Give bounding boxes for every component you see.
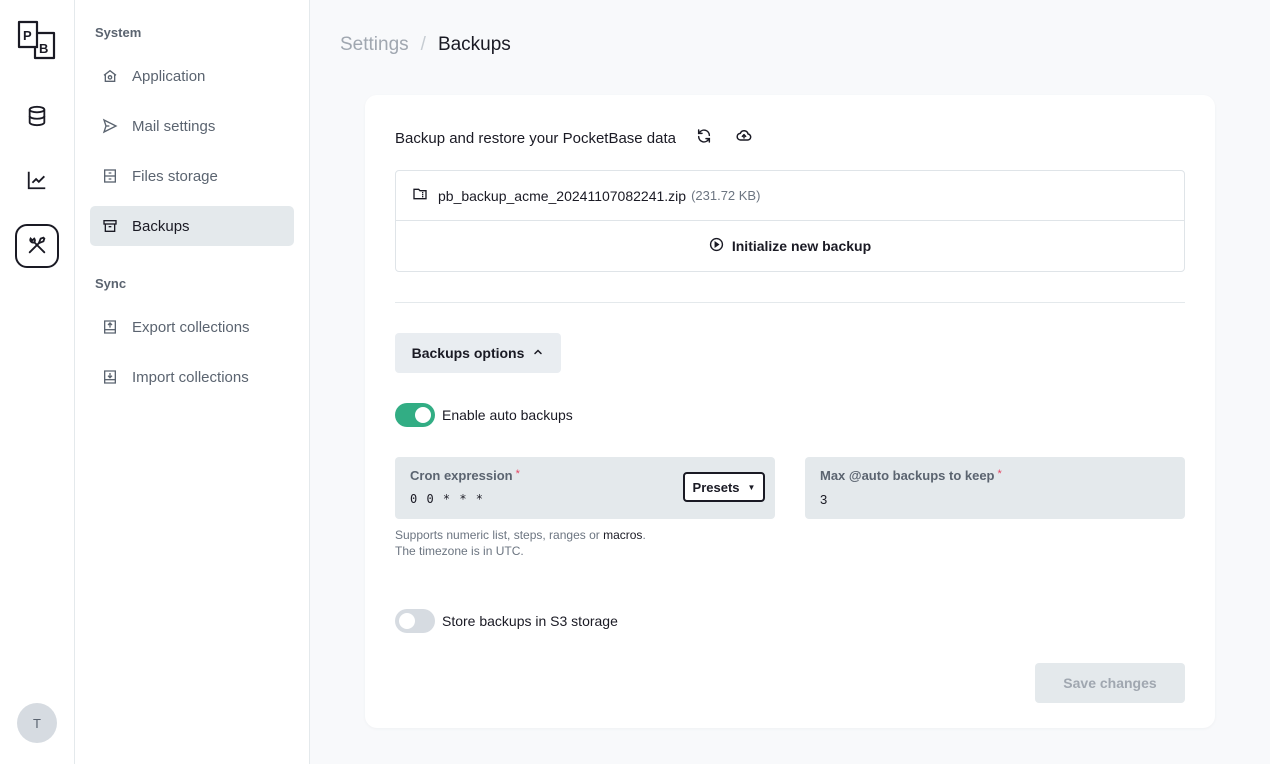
home-icon — [101, 67, 119, 85]
sidebar-group-system: System — [95, 25, 142, 40]
cron-expression-input[interactable]: 0 0 * * * — [410, 492, 484, 506]
nav-settings[interactable] — [15, 224, 59, 268]
tools-icon — [26, 234, 48, 259]
archive-box-icon — [101, 217, 119, 235]
sidebar-item-label: Export collections — [132, 318, 250, 336]
auto-backups-row[interactable]: Enable auto backups — [395, 403, 573, 427]
avatar-initial: T — [33, 715, 41, 731]
s3-storage-label: Store backups in S3 storage — [442, 613, 618, 629]
sidebar-item-mail-settings[interactable]: Mail settings — [90, 106, 294, 146]
archive-drawer-icon — [101, 167, 119, 185]
section-divider — [395, 302, 1185, 303]
backup-list-item[interactable]: pb_backup_acme_20241107082241.zip (231.7… — [396, 171, 1184, 221]
app-rail: P B T — [0, 0, 75, 764]
database-icon — [26, 105, 48, 130]
settings-sidebar: System Application Mail settings Files s… — [75, 0, 310, 764]
breadcrumb: Settings / Backups — [340, 34, 511, 56]
backups-options-label: Backups options — [411, 345, 525, 361]
sidebar-item-label: Backups — [132, 217, 190, 235]
initialize-backup-button[interactable]: Initialize new backup — [396, 221, 1184, 271]
backups-list: pb_backup_acme_20241107082241.zip (231.7… — [395, 170, 1185, 272]
chart-line-icon — [26, 169, 48, 194]
help-text-suffix: . — [642, 528, 646, 542]
refresh-button[interactable] — [692, 126, 716, 150]
presets-label: Presets — [692, 479, 740, 495]
upload-backup-button[interactable] — [732, 126, 756, 150]
cron-expression-field[interactable]: Cron expression * 0 0 * * * Presets ▼ — [395, 457, 775, 519]
toggle-knob — [415, 407, 431, 423]
max-backups-field[interactable]: Max @auto backups to keep * 3 — [805, 457, 1185, 519]
required-marker: * — [997, 468, 1002, 480]
zip-file-icon — [412, 186, 428, 205]
breadcrumb-separator: / — [420, 34, 426, 55]
upload-file-icon — [101, 318, 119, 336]
initialize-backup-label: Initialize new backup — [731, 238, 872, 254]
save-changes-button[interactable]: Save changes — [1035, 663, 1185, 703]
svg-text:P: P — [23, 28, 32, 43]
sidebar-item-import-collections[interactable]: Import collections — [90, 357, 294, 397]
panel-header: Backup and restore your PocketBase data — [395, 126, 756, 150]
send-icon — [101, 117, 119, 135]
caret-down-icon: ▼ — [747, 482, 756, 492]
backup-file-name: pb_backup_acme_20241107082241.zip — [438, 187, 687, 204]
chevron-up-icon — [524, 345, 544, 361]
sidebar-item-label: Files storage — [132, 167, 218, 185]
backups-options-toggle[interactable]: Backups options — [395, 333, 561, 373]
cron-label-text: Cron expression — [410, 468, 513, 483]
sidebar-item-label: Import collections — [132, 368, 249, 386]
breadcrumb-settings[interactable]: Settings — [340, 34, 409, 55]
nav-logs[interactable] — [15, 159, 59, 203]
download-file-icon — [101, 368, 119, 386]
toggle-knob — [399, 613, 415, 629]
presets-dropdown-button[interactable]: Presets ▼ — [683, 472, 765, 502]
macros-link[interactable]: macros — [603, 528, 642, 542]
sidebar-item-label: Mail settings — [132, 117, 216, 135]
timezone-note: The timezone is in UTC. — [395, 544, 524, 558]
upload-cloud-icon — [736, 128, 752, 148]
cron-help-text: Supports numeric list, steps, ranges or … — [395, 527, 646, 559]
svg-text:B: B — [39, 41, 48, 56]
pocketbase-logo[interactable]: P B — [17, 20, 57, 60]
sidebar-item-export-collections[interactable]: Export collections — [90, 307, 294, 347]
auto-backups-label: Enable auto backups — [442, 407, 573, 423]
help-text-prefix: Supports numeric list, steps, ranges or — [395, 528, 604, 542]
backups-panel: Backup and restore your PocketBase data … — [365, 95, 1215, 728]
auto-backups-toggle[interactable] — [395, 403, 435, 427]
page-title: Backups — [437, 34, 511, 55]
sidebar-item-backups[interactable]: Backups — [90, 206, 294, 246]
s3-storage-row[interactable]: Store backups in S3 storage — [395, 609, 618, 633]
user-avatar[interactable]: T — [17, 703, 57, 743]
cron-expression-label: Cron expression * — [410, 468, 520, 483]
s3-storage-toggle[interactable] — [395, 609, 435, 633]
refresh-icon — [696, 128, 712, 148]
backup-file-size: (231.72 KB) — [691, 188, 761, 203]
required-marker: * — [515, 468, 520, 480]
max-backups-label-text: Max @auto backups to keep — [820, 468, 995, 483]
sidebar-item-files-storage[interactable]: Files storage — [90, 156, 294, 196]
panel-title: Backup and restore your PocketBase data — [395, 129, 677, 147]
max-backups-label: Max @auto backups to keep * — [820, 468, 1002, 483]
max-backups-input[interactable]: 3 — [820, 492, 827, 507]
sidebar-group-sync: Sync — [95, 276, 127, 291]
sidebar-item-application[interactable]: Application — [90, 56, 294, 96]
nav-collections[interactable] — [15, 95, 59, 139]
sidebar-item-label: Application — [132, 67, 206, 85]
play-circle-icon — [709, 237, 732, 255]
